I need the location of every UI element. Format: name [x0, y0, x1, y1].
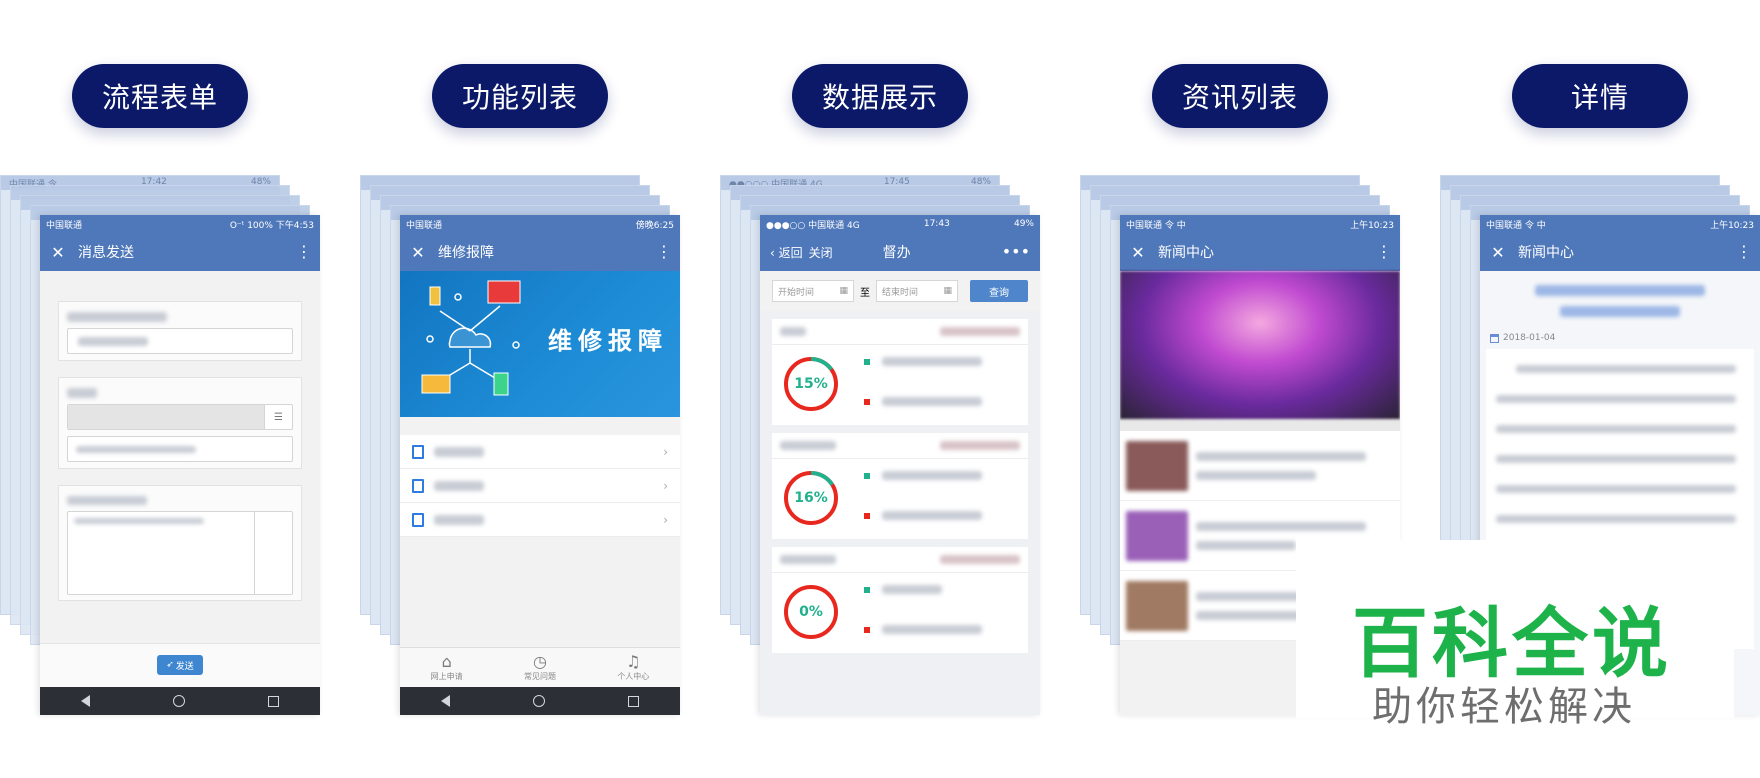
page-title: 督办 — [882, 245, 911, 261]
back-icon[interactable] — [441, 695, 451, 707]
document-icon — [412, 512, 424, 527]
tab-faq[interactable]: ◷ 常见问题 — [524, 653, 556, 682]
more-icon[interactable]: ⋮ — [1736, 244, 1752, 260]
send-icon: ➶ — [166, 660, 174, 670]
showcase-stage: 流程表单 功能列表 数据展示 资讯列表 详情 中国联通 令17:4248% 中国… — [0, 0, 1760, 778]
watermark-slogan: 助你轻松解决 — [1372, 684, 1636, 730]
progress-ring — [784, 585, 838, 639]
document-icon — [412, 478, 424, 493]
house-icon: ⌂ — [441, 652, 452, 671]
android-nav-bar — [40, 687, 320, 715]
status-bar: 中国联通 令 中上午10:23 — [1120, 215, 1400, 233]
more-icon[interactable]: ⋮ — [296, 244, 312, 260]
tab-profile[interactable]: ♫ 个人中心 — [617, 653, 649, 682]
banner-title: 维修报障 — [548, 326, 668, 355]
status-bar: 中国联通 O⁻ᵗ 100% 下午4:53 — [40, 215, 320, 233]
function-list-phone: 中国联通 傍晚6:25 ✕ 维修报障 ⋮ 维修报障 › › › ⌂ 网上申请 ◷… — [400, 215, 680, 715]
progress-ring — [784, 471, 838, 525]
close-button[interactable]: 关闭 — [809, 244, 833, 261]
start-date-input[interactable]: 开始时间 ▦ — [772, 280, 854, 302]
form-panel — [58, 301, 302, 361]
category-pill-function-list[interactable]: 功能列表 — [432, 64, 608, 128]
select-field[interactable]: ☰ — [67, 404, 293, 430]
close-icon[interactable]: ✕ — [1130, 243, 1146, 262]
tab-online-apply[interactable]: ⌂ 网上申请 — [431, 653, 463, 682]
title-bar: ✕ 消息发送 ⋮ — [40, 233, 320, 271]
close-icon[interactable]: ✕ — [410, 243, 426, 262]
watermark: 百科全说 助你轻松解决 — [1296, 540, 1734, 730]
more-icon[interactable]: ⋮ — [656, 244, 672, 260]
range-separator: 至 — [860, 287, 870, 299]
category-pill-detail[interactable]: 详情 — [1512, 64, 1688, 128]
textarea-field[interactable] — [67, 511, 293, 595]
news-hero-image[interactable] — [1120, 271, 1400, 419]
article-date: 2018-01-04 — [1480, 327, 1760, 349]
close-icon[interactable]: ✕ — [1490, 243, 1506, 262]
category-pill-data-display[interactable]: 数据展示 — [792, 64, 968, 128]
text-field[interactable] — [67, 436, 293, 462]
text-field[interactable] — [67, 328, 293, 354]
query-bar: 开始时间 ▦ 至 结束时间 ▦ 查询 — [760, 271, 1040, 311]
form-panel — [58, 485, 302, 601]
data-display-phone: ●●●○○ 中国联通 4G 17:43 49% ‹ 返回 关闭 督办 ••• 开始时… — [760, 215, 1040, 715]
stat-card[interactable]: 15% — [772, 319, 1028, 425]
list-item[interactable]: › — [400, 503, 680, 537]
category-pill-news-list[interactable]: 资讯列表 — [1152, 64, 1328, 128]
data-display-stack: ●●○○○ 中国联通 4G17:4548% ●●●○○ 中国联通 4G17:43… — [720, 175, 1040, 715]
tab-bar: ⌂ 网上申请 ◷ 常见问题 ♫ 个人中心 — [400, 647, 680, 687]
title-bar: ✕ 维修报障 ⋮ — [400, 233, 680, 271]
close-icon[interactable]: ✕ — [50, 243, 66, 262]
document-icon — [412, 444, 424, 459]
list-item[interactable]: › — [400, 435, 680, 469]
stat-card[interactable]: 16% — [772, 433, 1028, 539]
status-bar: 中国联通 傍晚6:25 — [400, 215, 680, 233]
chevron-right-icon: › — [663, 478, 668, 493]
network-illustration-icon — [421, 280, 521, 396]
more-icon[interactable]: ⋮ — [1376, 244, 1392, 260]
calendar-icon: ▦ — [943, 286, 952, 296]
status-bar: ●●●○○ 中国联通 4G 17:43 49% — [760, 215, 1040, 233]
news-item[interactable] — [1120, 431, 1400, 501]
query-button[interactable]: 查询 — [970, 280, 1028, 302]
calendar-icon: ▦ — [839, 286, 848, 296]
progress-ring — [784, 357, 838, 411]
back-button[interactable]: ‹ 返回 — [770, 244, 803, 261]
recents-icon[interactable] — [267, 695, 279, 707]
chevron-right-icon: › — [663, 512, 668, 527]
title-bar: ✕ 新闻中心 ⋮ — [1120, 233, 1400, 271]
function-list-stack: 中国联通 傍晚6:25 ✕ 维修报障 ⋮ 维修报障 › › › ⌂ 网上申请 ◷… — [360, 175, 680, 715]
end-date-input[interactable]: 结束时间 ▦ — [876, 280, 958, 302]
bell-icon: ♫ — [626, 652, 641, 671]
title-bar: ‹ 返回 关闭 督办 ••• — [760, 233, 1040, 271]
back-icon[interactable] — [81, 695, 91, 707]
page-title: 消息发送 — [78, 245, 134, 261]
chevron-right-icon: › — [663, 444, 668, 459]
page-title: 新闻中心 — [1518, 245, 1574, 261]
list-icon[interactable]: ☰ — [264, 405, 292, 429]
category-pill-form[interactable]: 流程表单 — [72, 64, 248, 128]
android-nav-bar — [400, 687, 680, 715]
repair-banner: 维修报障 — [400, 271, 680, 417]
more-icon[interactable]: ••• — [1002, 244, 1030, 260]
status-bar: 中国联通 令 中上午10:23 — [1480, 215, 1760, 233]
page-title: 维修报障 — [438, 245, 494, 261]
page-title: 新闻中心 — [1158, 245, 1214, 261]
list-item[interactable]: › — [400, 469, 680, 503]
chevron-left-icon: ‹ — [770, 245, 775, 260]
form-phone: 中国联通 O⁻ᵗ 100% 下午4:53 ✕ 消息发送 ⋮ ☰ ➶ 发送 — [40, 215, 320, 715]
stat-card[interactable]: 0% — [772, 547, 1028, 653]
title-bar: ✕ 新闻中心 ⋮ — [1480, 233, 1760, 271]
clock-icon: ◷ — [533, 652, 547, 671]
recents-icon[interactable] — [627, 695, 639, 707]
calendar-icon — [1490, 333, 1499, 343]
home-icon[interactable] — [532, 695, 545, 707]
form-panel: ☰ — [58, 377, 302, 469]
send-button[interactable]: ➶ 发送 — [157, 655, 203, 675]
home-icon[interactable] — [172, 695, 185, 707]
form-stack: 中国联通 令17:4248% 中国联通O⁻ᵗ 100% 下午4:53 ✕ 消息发… — [0, 175, 320, 715]
